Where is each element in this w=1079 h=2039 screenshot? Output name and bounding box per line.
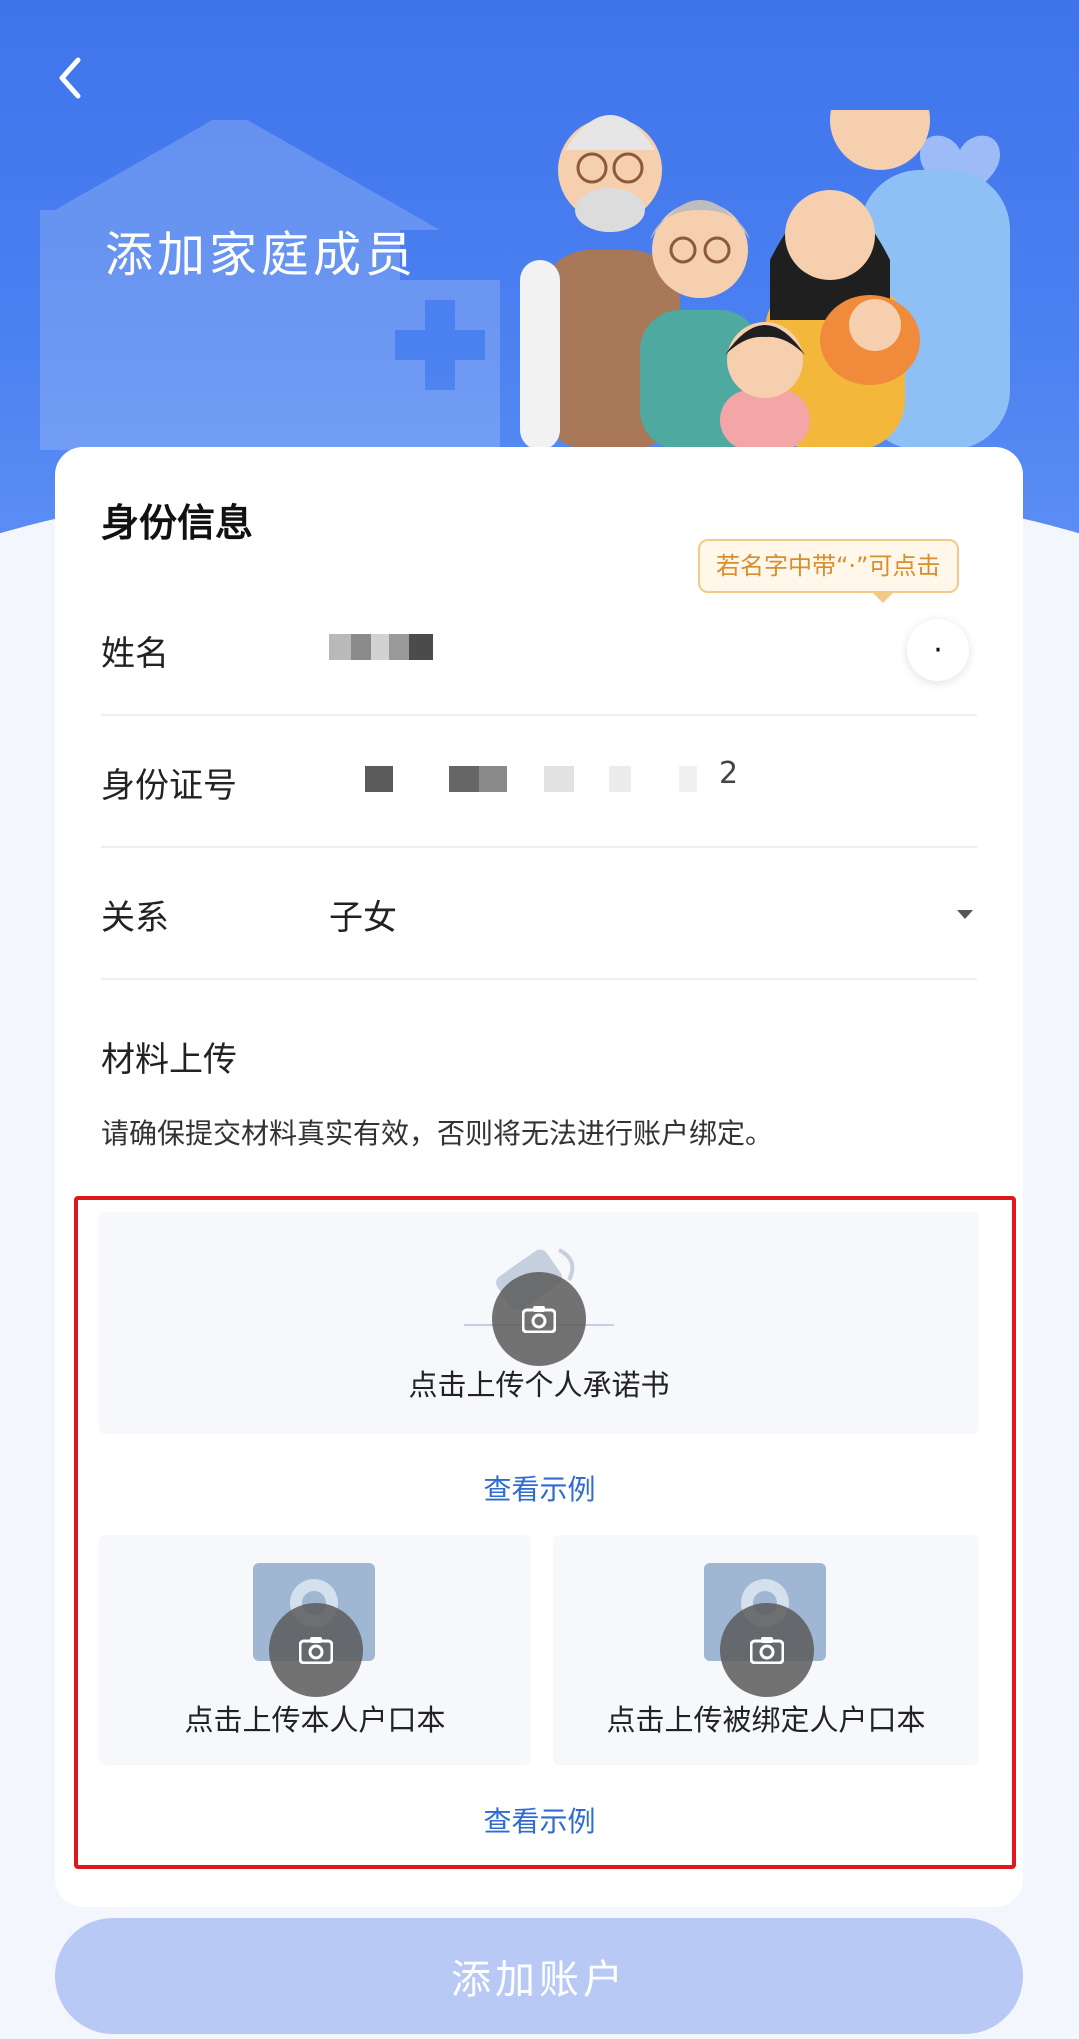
camera-upload-button[interactable] [492,1272,586,1366]
mask-block [365,766,393,792]
upload-section-title: 材料上传 [101,1040,237,1080]
upload-own-hukou-label: 点击上传本人户口本 [184,1703,446,1737]
camera-upload-button[interactable] [269,1603,363,1697]
upload-hint: 请确保提交材料真实有效，否则将无法进行账户绑定。 [101,1117,774,1150]
mask-block [544,766,574,792]
mask-block [679,766,697,792]
id-number-label: 身份证号 [101,766,237,806]
page-title: 添加家庭成员 [105,227,418,283]
mask-block [351,634,371,660]
mask-block [329,634,351,660]
relation-row[interactable]: 关系 子女 [101,846,977,980]
view-example-link-2[interactable]: 查看示例 [0,1800,1079,1840]
caret-down-icon[interactable] [953,902,977,926]
mask-block [449,766,479,792]
camera-icon [522,1306,556,1333]
id-number-row[interactable]: 身份证号 2 [101,714,977,848]
id-number-value-masked[interactable]: 2 [329,756,738,800]
camera-icon [299,1637,333,1664]
relation-label: 关系 [101,898,169,938]
family-illustration [520,110,1010,450]
add-account-button[interactable]: 添加账户 [55,1918,1023,2034]
name-row[interactable]: 姓名 [101,582,977,716]
house-illustration [40,120,500,450]
camera-icon [750,1637,784,1664]
mask-block [389,634,409,660]
upload-own-hukou-box[interactable]: 点击上传本人户口本 [99,1535,531,1765]
mask-block [371,634,389,660]
relation-select[interactable]: 子女 [329,890,397,939]
mask-block [409,634,433,660]
chevron-left-icon [59,57,81,99]
view-example-link-1[interactable]: 查看示例 [0,1468,1079,1508]
mask-block [479,766,507,792]
back-button[interactable] [40,48,100,108]
upload-pledge-label: 点击上传个人承诺书 [408,1368,670,1402]
upload-pledge-box[interactable]: 点击上传个人承诺书 [99,1212,979,1434]
mask-block [609,766,631,792]
upload-bound-hukou-box[interactable]: 点击上传被绑定人户口本 [553,1535,979,1765]
camera-upload-button[interactable] [720,1603,814,1697]
name-value-masked[interactable] [329,634,529,664]
id-visible-digit: 2 [719,756,739,791]
section-title-identity: 身份信息 [101,501,254,545]
upload-bound-hukou-label: 点击上传被绑定人户口本 [606,1703,926,1737]
name-label: 姓名 [101,634,169,674]
